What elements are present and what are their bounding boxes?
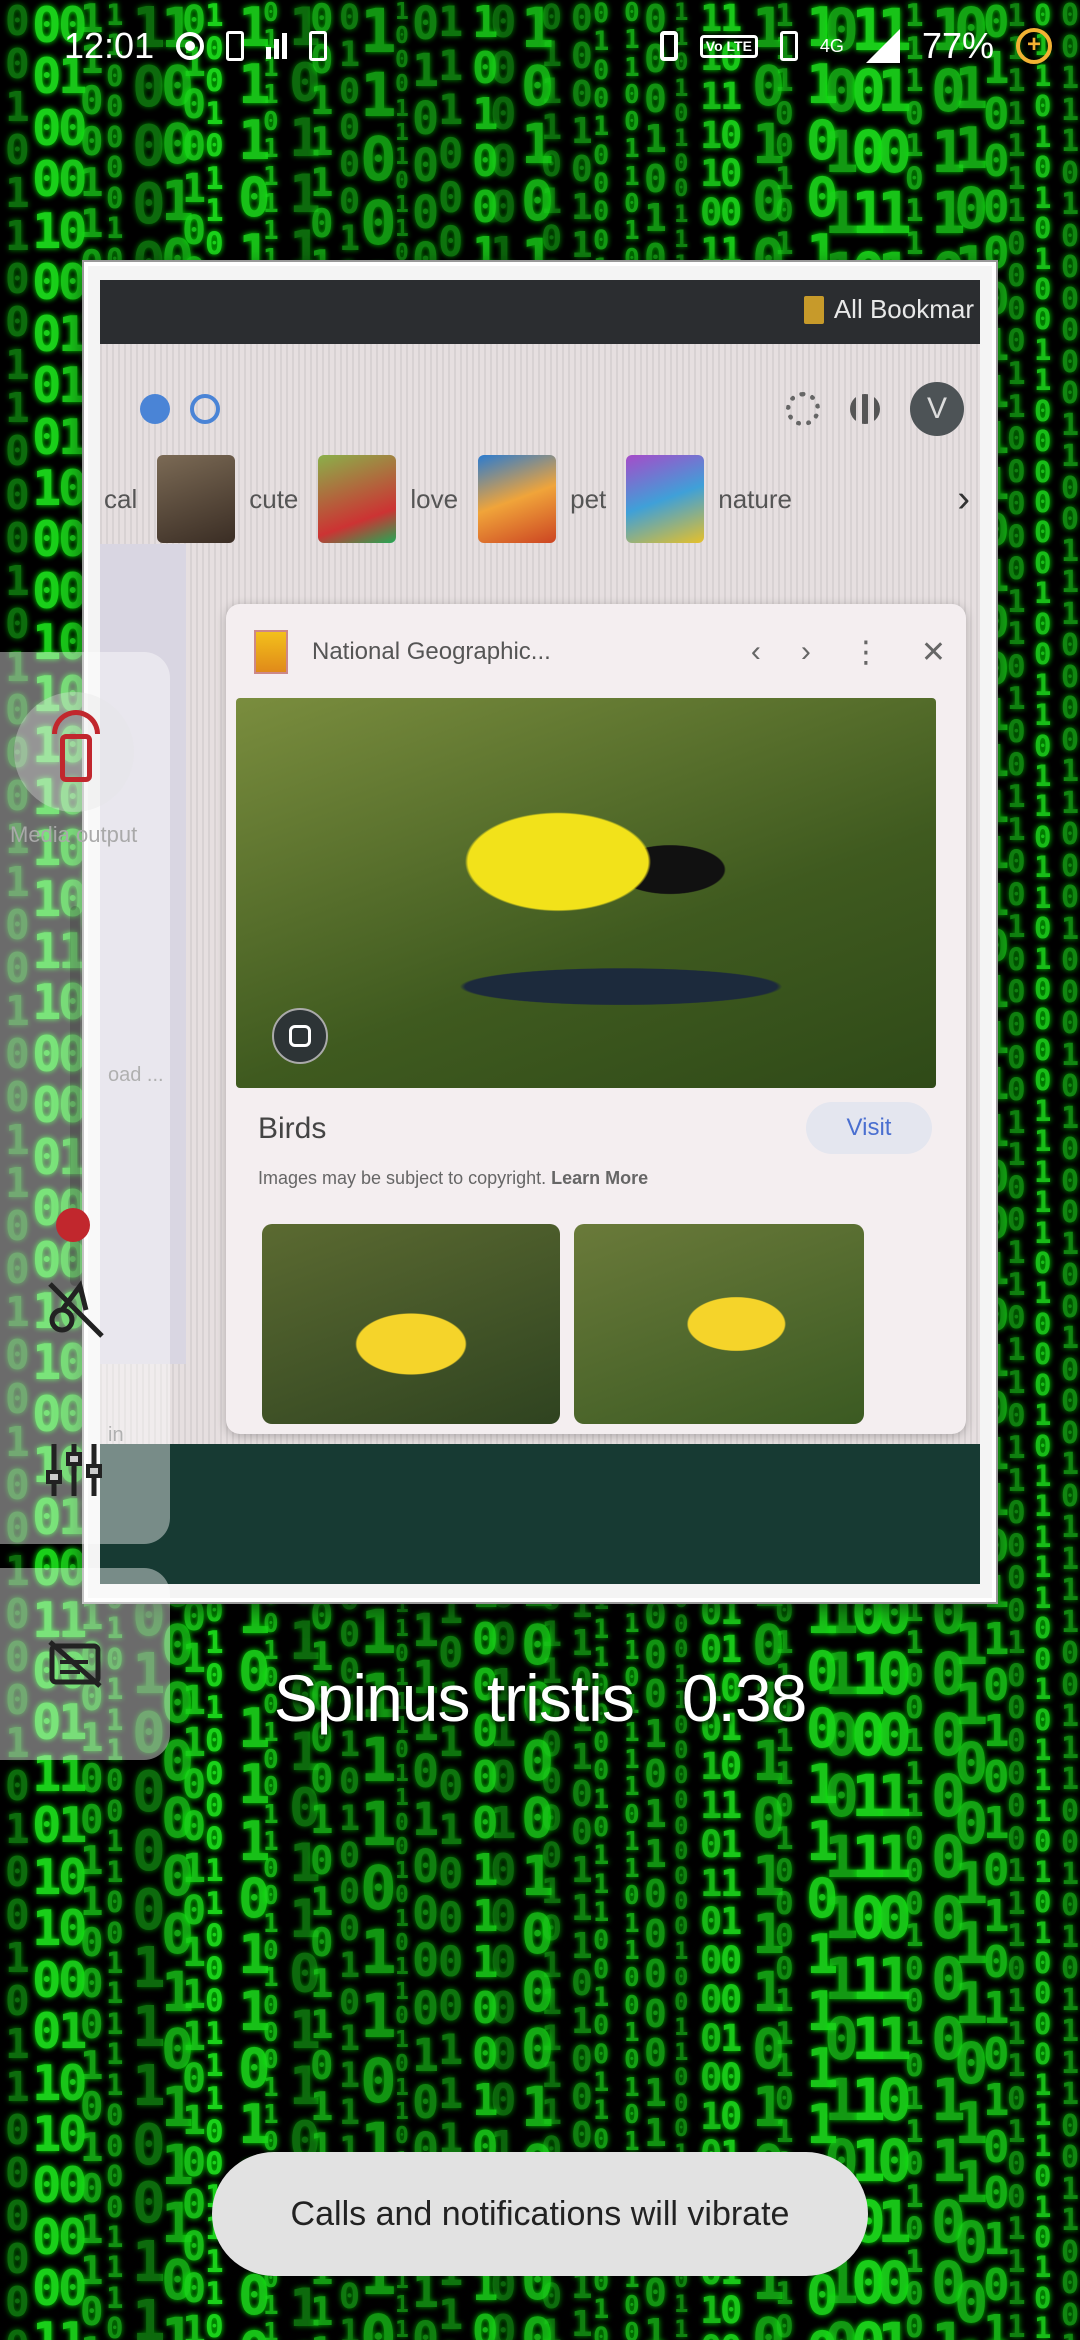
chip-image [318,455,397,543]
image-detail-panel: National Geographic... ‹ › ⋮ ✕ Birds Vis… [226,604,966,1434]
vibrate-icon [779,31,798,61]
chevron-right-icon: › [957,477,970,520]
status-bar: 12:01 Vo LTE 4G 77% + [0,0,1080,92]
chip-label: nature [718,483,792,514]
chevron-right-icon: › [800,634,811,668]
media-output-icon [60,734,92,782]
equalizer-settings-icon[interactable] [46,1440,102,1500]
chip-image [626,455,705,543]
lens-search-icon [272,1008,328,1064]
copyright-notice: Images may be subject to copyright. Lear… [258,1168,648,1189]
signal-bars-icon [266,33,288,59]
monitor-bezel [100,1444,980,1584]
battery-percent: 77% [921,25,994,66]
download-icon [226,31,245,61]
copyright-text: Images may be subject to copyright. [258,1168,547,1188]
panel-source: National Geographic... [312,638,551,665]
chip-label: love [410,483,459,514]
matrix-column: 1 1 1 1 1 1 1 0 0 0 0 1 1 0 0 0 0 0 1 1 … [1007,0,1026,2340]
close-icon: ✕ [920,635,946,669]
species-name: Spinus tristis [273,1661,635,1735]
chip-image [157,455,236,543]
lens-icon [140,394,170,424]
related-bird-image [574,1224,864,1424]
volume-slider-thumb[interactable] [56,1208,90,1242]
avatar: V [910,382,964,436]
panel-title: Birds [258,1112,327,1145]
camera-preview: All Bookmar V cal cute love pet nature ›… [84,262,996,1602]
chevron-left-icon: ‹ [750,634,761,668]
signal-icon [865,29,900,63]
browser-bar: All Bookmar [100,280,980,344]
media-output-label: Media output [10,822,138,847]
panel-header: National Geographic... ‹ › ⋮ ✕ [254,622,946,682]
clock: 12:01 [64,25,155,66]
related-chips: cal cute love pet nature › [100,454,980,544]
bookmark-folder-icon [803,295,824,324]
bird-image [236,698,936,1088]
vibrate-mode-icon[interactable] [46,1280,106,1340]
chip-label: pet [570,483,607,514]
classification-result: Spinus tristis 0.38 [0,1660,1080,1736]
confidence-score: 0.38 [681,1661,807,1735]
monitor-screen: V cal cute love pet nature › oad ... in … [100,344,980,1469]
matrix-column: 0 0 1 1 1 0 1 0 0 0 0 0 0 1 1 0 0 1 1 1 … [1061,0,1080,2340]
chip-image [478,455,557,543]
learn-more-link: Learn More [551,1168,649,1188]
more-icon: ⋮ [850,635,881,669]
visit-button: Visit [806,1102,932,1154]
bookmarks-label: All Bookmar [833,294,974,324]
chip-label: cute [249,483,299,514]
source-logo [254,630,288,674]
bookmarks-bar: All Bookmar [803,294,974,325]
google-toolbar: V [140,374,970,444]
chip-label: cal [104,483,138,514]
record-icon [176,32,205,60]
battery-saver-icon: + [1016,28,1052,64]
related-bird-image [262,1224,560,1424]
volte-icon: Vo LTE [699,34,758,58]
gear-icon [786,392,820,426]
network-type: 4G [819,35,844,56]
matrix-column: 0 1 1 0 1 0 1 0 1 0 0 1 1 0 0 0 0 0 0 1 … [1034,0,1052,2340]
k-app-icon [309,31,328,61]
photo-content: All Bookmar V cal cute love pet nature ›… [100,280,980,1584]
apps-grid-icon [850,394,880,424]
search-icon [190,394,220,424]
phone-icon [659,31,678,61]
toast-message: Calls and notifications will vibrate [212,2152,868,2276]
